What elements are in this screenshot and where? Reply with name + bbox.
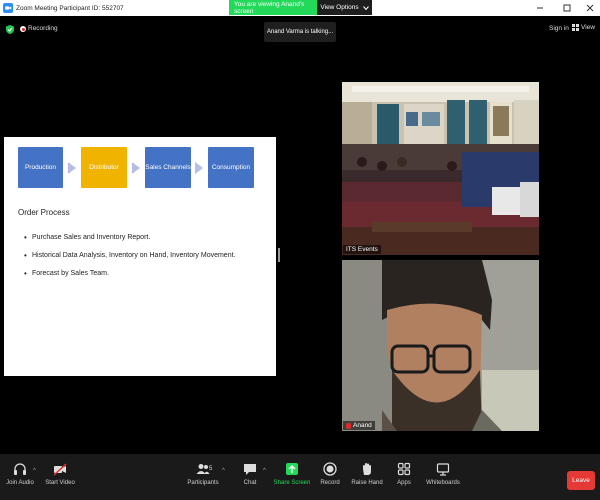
recording-label: Recording xyxy=(28,25,58,32)
video-tile-its-events[interactable]: ITS Events xyxy=(342,82,539,255)
apps-label: Apps xyxy=(397,480,411,486)
headphones-icon xyxy=(13,462,27,476)
maximize-icon[interactable] xyxy=(555,0,578,16)
chevron-up-icon[interactable]: ^ xyxy=(263,468,266,474)
view-button[interactable]: View xyxy=(572,24,595,31)
leave-label: Leave xyxy=(572,477,590,484)
video-tile-anand[interactable]: Anand xyxy=(342,260,539,431)
hand-icon xyxy=(360,462,374,476)
whiteboards-button[interactable]: Whiteboards xyxy=(421,462,465,486)
bullet-list: Purchase Sales and Inventory Report. His… xyxy=(24,233,235,288)
flow-label: Sales Channels xyxy=(145,164,191,171)
zoom-logo-icon xyxy=(3,3,13,13)
auditorium-video xyxy=(342,82,539,255)
record-icon xyxy=(323,462,337,476)
shared-screen: Production Distributor Sales Channels Co… xyxy=(4,137,276,376)
participants-label: Participants xyxy=(187,480,219,486)
join-audio-button[interactable]: Join Audio xyxy=(0,462,42,486)
viewing-screen-text: You are viewing Anand's screen xyxy=(229,0,317,15)
participants-count: 5 xyxy=(209,466,213,472)
video-off-icon xyxy=(53,462,67,476)
close-icon[interactable] xyxy=(578,0,600,16)
flow-box-production: Production xyxy=(18,147,63,188)
participant-name: ITS Events xyxy=(346,246,378,253)
view-options-label: View Options xyxy=(320,4,359,11)
view-options-button[interactable]: View Options xyxy=(317,0,372,15)
bullet-item: Forecast by Sales Team. xyxy=(24,269,235,288)
whiteboards-label: Whiteboards xyxy=(426,480,460,486)
participants-button[interactable]: Participants xyxy=(181,462,225,486)
grid-icon xyxy=(572,24,579,31)
view-label: View xyxy=(581,24,595,31)
shield-icon[interactable] xyxy=(6,25,14,34)
chevron-up-icon[interactable]: ^ xyxy=(33,468,36,474)
share-screen-label: Share Screen xyxy=(273,480,311,486)
muted-mic-icon xyxy=(346,422,351,429)
talking-text: Anand Varma is talking... xyxy=(266,29,334,35)
video-name-label: Anand xyxy=(343,421,375,430)
record-label: Record xyxy=(320,480,340,486)
active-speaker-indicator: Anand Varma is talking... xyxy=(264,22,336,42)
bullet-item: Historical Data Analysis, Inventory on H… xyxy=(24,251,235,270)
flow-arrow-icon xyxy=(68,162,76,174)
leave-button[interactable]: Leave xyxy=(567,471,595,490)
bullet-item: Purchase Sales and Inventory Report. xyxy=(24,233,235,252)
sign-in-button[interactable]: Sign in xyxy=(549,25,569,32)
flow-label: Distributor xyxy=(89,164,119,171)
raise-hand-label: Raise Hand xyxy=(351,480,383,486)
participants-icon xyxy=(196,462,210,476)
speaker-video xyxy=(342,260,539,431)
screen-share-banner: You are viewing Anand's screen View Opti… xyxy=(229,0,372,15)
window-title: Zoom Meeting Participant ID: 552707 xyxy=(16,4,124,12)
chat-label: Chat xyxy=(243,480,257,486)
flow-box-consumption: Consumption xyxy=(208,147,254,188)
recording-icon xyxy=(20,26,26,32)
flow-box-sales-channels: Sales Channels xyxy=(145,147,191,188)
join-audio-label: Join Audio xyxy=(6,480,34,486)
chat-button[interactable]: Chat xyxy=(228,462,272,486)
whiteboard-icon xyxy=(436,462,450,476)
split-resize-handle[interactable] xyxy=(278,248,280,262)
chevron-down-icon xyxy=(362,5,369,10)
share-screen-icon xyxy=(285,462,299,476)
start-video-button[interactable]: Start Video xyxy=(38,462,82,486)
video-name-label: ITS Events xyxy=(343,245,381,254)
apps-button[interactable]: Apps xyxy=(382,462,426,486)
chevron-up-icon[interactable]: ^ xyxy=(222,468,225,474)
chat-icon xyxy=(243,462,257,476)
participant-name: Anand xyxy=(353,422,372,429)
slide-heading: Order Process xyxy=(18,208,70,217)
start-video-label: Start Video xyxy=(45,480,75,486)
flow-box-distributor: Distributor xyxy=(81,147,127,188)
flow-arrow-icon xyxy=(195,162,203,174)
minimize-icon[interactable] xyxy=(528,0,551,16)
flow-label: Consumption xyxy=(211,164,251,171)
apps-icon xyxy=(397,462,411,476)
flow-label: Production xyxy=(24,164,57,171)
flow-arrow-icon xyxy=(132,162,140,174)
